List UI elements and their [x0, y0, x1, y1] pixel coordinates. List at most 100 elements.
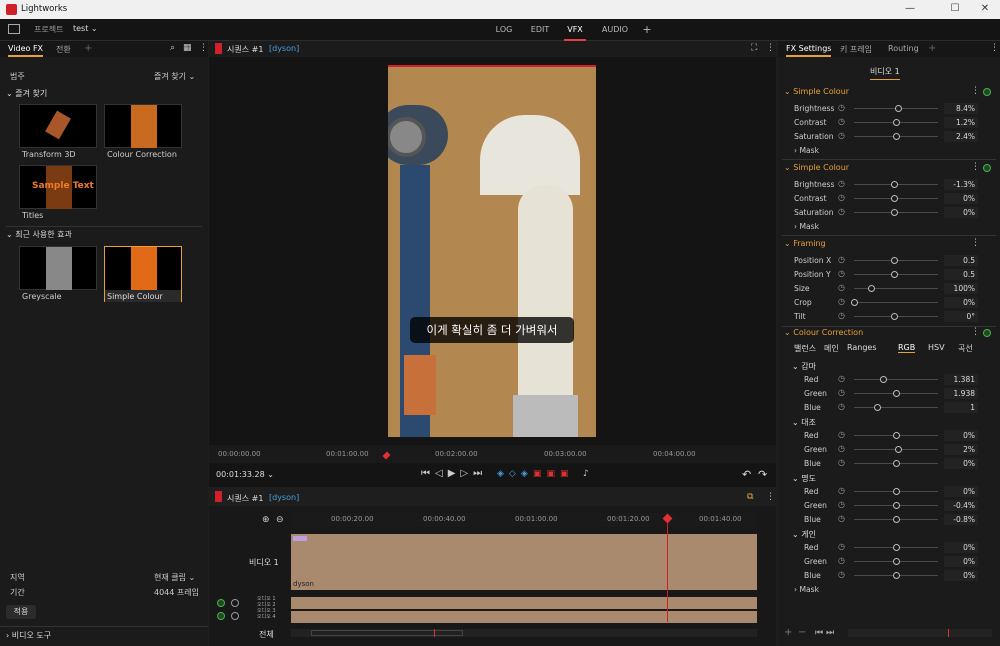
param-value[interactable]: 0% [944, 570, 978, 581]
slider-knob[interactable] [893, 502, 900, 509]
keyframe-icon[interactable]: ◷ [838, 556, 845, 565]
more-icon[interactable]: ⋮ [971, 327, 980, 337]
keyframe-icon[interactable]: ◷ [838, 117, 845, 126]
keyframe-icon[interactable]: ◷ [838, 402, 845, 411]
audio-solo-toggle[interactable] [231, 599, 239, 607]
mark-controls[interactable]: ◈◇◈ [497, 469, 533, 479]
timeline-ruler[interactable]: 00:00:20.00 00:00:40.00 00:01:00.00 00:0… [291, 513, 757, 527]
apply-button[interactable]: 적용 [6, 605, 36, 619]
param-value[interactable]: 0° [944, 311, 978, 322]
fullscreen-icon[interactable]: ⛶ [751, 43, 757, 53]
grid-view-icon[interactable]: ▦ [183, 43, 192, 53]
param-value[interactable]: 0% [944, 556, 978, 567]
keyframe-icon[interactable]: ◷ [838, 570, 845, 579]
audio-clip[interactable] [291, 611, 757, 623]
param-value[interactable]: 8.4% [944, 103, 978, 114]
group-header[interactable]: ⌄ 명도 [792, 473, 816, 484]
add-panel-tab[interactable]: + [84, 43, 92, 54]
undo-icon[interactable]: ↶ [742, 468, 751, 481]
param-value[interactable]: 0.5 [944, 255, 978, 266]
slider-knob[interactable] [867, 285, 875, 292]
slider-knob[interactable] [893, 133, 900, 140]
audio-enable-toggle[interactable] [217, 612, 225, 620]
more-icon[interactable]: ⋮ [766, 43, 775, 53]
more-icon[interactable]: ⋮ [971, 238, 980, 248]
playhead-marker[interactable] [382, 451, 391, 460]
param-value[interactable]: 1.2% [944, 117, 978, 128]
param-value[interactable]: -0.4% [944, 500, 978, 511]
thumb-titles[interactable]: Sample Text [19, 165, 97, 209]
more-icon[interactable]: ⋮ [766, 492, 775, 502]
maximize-button[interactable]: ☐ [945, 3, 965, 16]
zoom-in-icon[interactable]: ⊕ [262, 515, 270, 525]
keyframe-icon[interactable]: ◷ [838, 131, 845, 140]
param-value[interactable]: 0% [944, 486, 978, 497]
tab-transitions[interactable]: 전환 [56, 44, 71, 55]
fx-enable-toggle[interactable] [983, 329, 991, 337]
audio-clip[interactable] [291, 597, 757, 609]
subtab-메인[interactable]: 메인 [824, 343, 839, 354]
param-value[interactable]: 0% [944, 542, 978, 553]
viewer-seq-tag[interactable]: [dyson] [269, 44, 299, 53]
param-slider[interactable] [854, 302, 938, 303]
keyframe-icon[interactable]: ◷ [838, 430, 845, 439]
video-clip[interactable]: dyson [291, 534, 757, 590]
tab-audio[interactable]: AUDIO [600, 19, 630, 41]
video-tools-toggle[interactable]: › 비디오 도구 [6, 630, 51, 641]
keyframe-icon[interactable]: ◷ [838, 103, 845, 112]
subtab-밸런스[interactable]: 밸런스 [794, 343, 816, 354]
slider-knob[interactable] [894, 446, 902, 453]
param-value[interactable]: 0% [944, 297, 978, 308]
slider-knob[interactable] [894, 105, 902, 112]
subtab-hsv[interactable]: HSV [928, 343, 945, 352]
param-value[interactable]: 2% [944, 444, 978, 455]
slider-knob[interactable] [893, 390, 900, 397]
keyframe-icon[interactable]: ◷ [838, 193, 845, 202]
timeline-playhead[interactable] [667, 516, 668, 622]
param-value[interactable]: 1 [944, 402, 978, 413]
keyframe-icon[interactable]: ◷ [838, 179, 845, 188]
param-value[interactable]: -0.8% [944, 514, 978, 525]
simple-colour-2-header[interactable]: ⌄ Simple Colour [784, 163, 849, 172]
mask-toggle[interactable]: › Mask [794, 146, 819, 155]
slider-knob[interactable] [893, 558, 900, 565]
keyframe-icon[interactable]: ◷ [838, 311, 845, 320]
minimize-button[interactable]: — [900, 3, 920, 16]
overview-bar[interactable] [291, 629, 757, 637]
close-button[interactable]: ✕ [975, 3, 995, 16]
project-selector[interactable]: test ⌄ [73, 24, 98, 33]
transport-controls[interactable]: ⏮◁▶▷⏭ [421, 468, 487, 479]
fx-remove-icon[interactable]: − [798, 627, 806, 638]
param-value[interactable]: -1.3% [944, 179, 978, 190]
keyframe-icon[interactable]: ◷ [838, 388, 845, 397]
param-value[interactable]: 0% [944, 207, 978, 218]
fx-enable-toggle[interactable] [983, 88, 991, 96]
param-value[interactable]: 100% [944, 283, 978, 294]
keyframe-icon[interactable]: ◷ [838, 458, 845, 467]
subtab-rgb[interactable]: RGB [898, 343, 916, 353]
mic-icon[interactable]: ♪ [583, 469, 589, 479]
subtab-ranges[interactable]: Ranges [847, 343, 877, 352]
param-value[interactable]: 0.5 [944, 269, 978, 280]
param-slider[interactable] [854, 288, 938, 289]
slider-knob[interactable] [851, 299, 858, 306]
param-value[interactable]: 0% [944, 458, 978, 469]
keyframe-icon[interactable]: ◷ [838, 500, 845, 509]
group-header[interactable]: ⌄ 감마 [792, 361, 816, 372]
viewer-ruler[interactable]: 00:00:00.00 00:01:00.00 00:02:00.00 00:0… [209, 445, 776, 463]
thumb-greyscale[interactable] [19, 246, 97, 290]
more-icon[interactable]: ⋮ [199, 43, 208, 53]
copy-icon[interactable]: ⧉ [747, 492, 753, 502]
subtab-곡선[interactable]: 곡선 [958, 343, 973, 354]
slider-knob[interactable] [891, 181, 899, 188]
thumb-transform-3d[interactable] [19, 104, 97, 148]
fx-mini-timeline[interactable] [848, 629, 992, 637]
keyframe-icon[interactable]: ◷ [838, 486, 845, 495]
slider-knob[interactable] [893, 516, 900, 523]
slider-knob[interactable] [880, 376, 888, 383]
category-dropdown[interactable]: 즐겨 찾기 ⌄ [154, 71, 195, 82]
thumb-colour-correction[interactable] [104, 104, 182, 148]
colour-correction-header[interactable]: ⌄ Colour Correction [784, 328, 863, 337]
exit-icon[interactable] [8, 24, 20, 34]
slider-knob[interactable] [893, 432, 900, 439]
